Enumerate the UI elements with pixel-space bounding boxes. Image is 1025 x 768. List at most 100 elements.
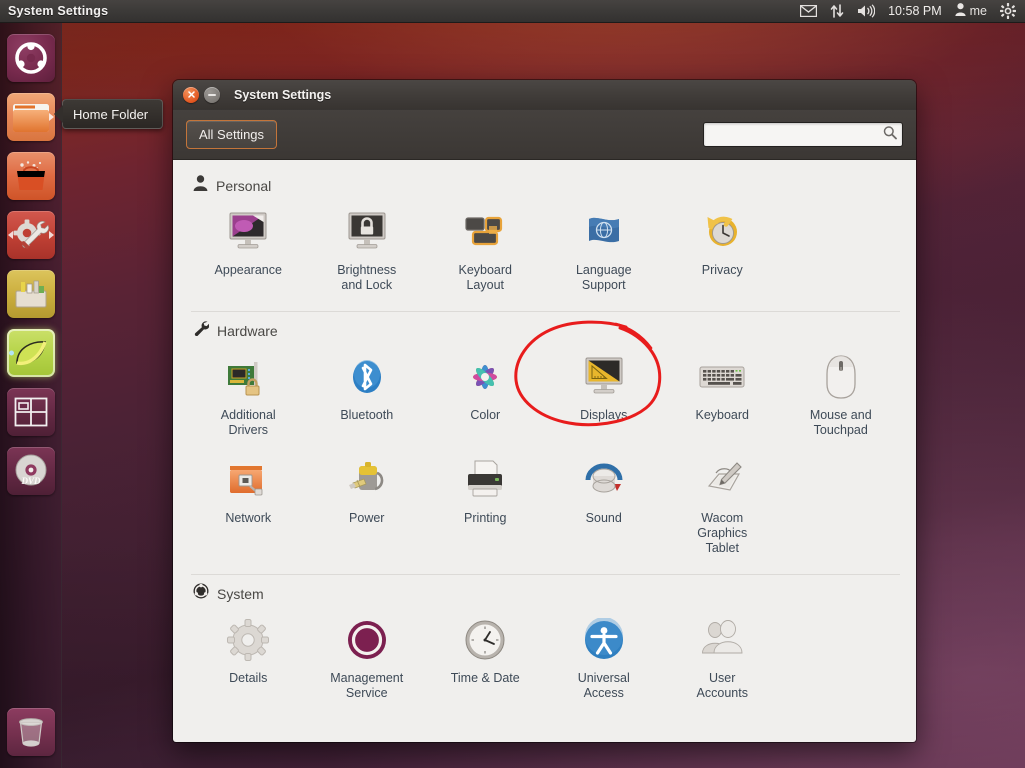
tile-brightness-and-lock-label: Brightness and Lock [337, 263, 397, 292]
top-panel: System Settings 10:58 PM me [0, 0, 1025, 23]
panel-clock[interactable]: 10:58 PM [888, 4, 942, 18]
circuit-board-lock-icon [224, 353, 272, 401]
session-gear-icon[interactable] [1000, 3, 1016, 19]
software-bag-icon [16, 161, 45, 190]
flag-globe-icon [580, 208, 628, 256]
tile-mouse-and-touchpad-label: Mouse and Touchpad [809, 408, 872, 437]
divider-hardware-system [191, 574, 900, 575]
launcher-item-dash-home[interactable] [6, 34, 55, 82]
close-icon[interactable] [183, 86, 199, 103]
panel-user-menu[interactable]: me [955, 3, 987, 19]
section-system-title: System [217, 585, 264, 602]
window-title: System Settings [234, 87, 332, 102]
tile-power[interactable]: Power [308, 450, 427, 564]
desktop: System Settings 10:58 PM me DVD Home Fol… [0, 0, 1025, 768]
sound-icon[interactable] [857, 4, 876, 18]
section-system-grid: Details Management Service Time & Date U… [189, 610, 900, 709]
ubuntu-logo-icon [193, 583, 209, 604]
tile-keyboard-layout[interactable]: Keyboard Layout [426, 202, 545, 301]
divider-personal-hardware [191, 311, 900, 312]
tile-appearance-label: Appearance [214, 263, 282, 277]
toolbox-icon [15, 280, 46, 308]
section-personal-grid: Appearance Brightness and Lock Keyboard … [189, 202, 900, 301]
section-hardware-title: Hardware [217, 322, 278, 339]
users-icon [698, 616, 746, 664]
tile-displays-label: Displays [580, 408, 628, 422]
launcher-tooltip-label: Home Folder [73, 106, 149, 122]
tile-sound-label: Sound [585, 511, 622, 525]
launcher-item-trash[interactable] [7, 708, 55, 756]
tile-network[interactable]: Network [189, 450, 308, 564]
launcher-active-arrow-icon [48, 113, 54, 121]
tablet-stylus-icon [698, 456, 746, 504]
unity-launcher: DVD [0, 23, 62, 768]
launcher-item-ubuntu-one[interactable] [6, 270, 55, 318]
messaging-icon[interactable] [800, 5, 818, 17]
section-hardware-header: Hardware [193, 320, 900, 341]
launcher-item-system-settings[interactable] [6, 211, 55, 259]
tile-mouse-and-touchpad[interactable]: Mouse and Touchpad [782, 347, 901, 446]
launcher-item-dvd-media[interactable]: DVD [6, 447, 55, 495]
section-system-header: System [193, 583, 900, 604]
printer-icon [461, 456, 509, 504]
ubuntu-logo-icon [14, 42, 47, 74]
tile-user-accounts[interactable]: User Accounts [663, 610, 782, 709]
tile-management-service[interactable]: Management Service [308, 610, 427, 709]
minimize-icon[interactable] [204, 86, 220, 103]
tile-appearance[interactable]: Appearance [189, 202, 308, 301]
panel-username: me [969, 4, 987, 18]
tile-time-and-date[interactable]: Time & Date [426, 610, 545, 709]
tile-bluetooth[interactable]: Bluetooth [308, 347, 427, 446]
section-hardware-grid: Additional Drivers Bluetooth Color Displ… [189, 347, 900, 564]
monitor-lock-icon [343, 208, 391, 256]
tile-printing[interactable]: Printing [426, 450, 545, 564]
tile-language-support-label: Language Support [575, 263, 632, 292]
tile-user-accounts-label: User Accounts [696, 671, 748, 700]
search-input[interactable] [703, 122, 903, 147]
tile-brightness-and-lock[interactable]: Brightness and Lock [308, 202, 427, 301]
network-folder-icon [224, 456, 272, 504]
launcher-right-arrow-icon [48, 231, 54, 239]
user-avatar-icon [955, 3, 966, 19]
all-settings-button[interactable]: All Settings [186, 120, 278, 149]
person-icon [193, 175, 208, 196]
clock-rewind-icon [698, 208, 746, 256]
tile-sound[interactable]: Sound [545, 450, 664, 564]
tile-bluetooth-label: Bluetooth [340, 408, 394, 422]
tile-keyboard[interactable]: Keyboard [663, 347, 782, 446]
tile-details[interactable]: Details [189, 610, 308, 709]
tile-language-support[interactable]: Language Support [545, 202, 664, 301]
tile-privacy-label: Privacy [701, 263, 743, 277]
volume-knob-icon [580, 456, 628, 504]
launcher-item-ubuntu-software-center[interactable] [6, 152, 55, 200]
gear-icon [224, 616, 272, 664]
section-personal-header: Personal [193, 175, 900, 196]
tile-network-label: Network [225, 511, 272, 525]
tile-color[interactable]: Color [426, 347, 545, 446]
launcher-tooltip: Home Folder [62, 99, 164, 129]
launcher-left-arrow-icon [7, 231, 13, 239]
tile-privacy[interactable]: Privacy [663, 202, 782, 301]
section-personal: Personal Appearance Brightness and Lock … [189, 175, 900, 305]
launcher-item-home-folder[interactable] [6, 93, 55, 141]
tile-color-label: Color [470, 408, 501, 422]
tile-wacom-graphics-tablet[interactable]: Wacom Graphics Tablet [663, 450, 782, 564]
launcher-item-libreoffice-impress[interactable] [6, 329, 55, 377]
tile-additional-drivers[interactable]: Additional Drivers [189, 347, 308, 446]
folder-icon [12, 104, 49, 132]
workspace-grid-icon [14, 397, 47, 427]
tile-universal-access[interactable]: Universal Access [545, 610, 664, 709]
tile-printing-label: Printing [464, 511, 507, 525]
keyboard-icon [698, 353, 746, 401]
tile-displays[interactable]: Displays [545, 347, 664, 446]
tile-time-and-date-label: Time & Date [450, 671, 520, 685]
tile-details-label: Details [229, 671, 268, 685]
tile-wacom-graphics-tablet-label: Wacom Graphics Tablet [697, 511, 748, 555]
launcher-item-workspace-switcher[interactable] [6, 388, 55, 436]
mouse-icon [817, 353, 865, 401]
network-icon[interactable] [830, 4, 844, 18]
monitor-ruler-icon [580, 353, 628, 401]
window-titlebar[interactable]: System Settings [173, 80, 916, 110]
section-personal-title: Personal [216, 177, 272, 194]
svg-text:DVD: DVD [20, 476, 41, 486]
